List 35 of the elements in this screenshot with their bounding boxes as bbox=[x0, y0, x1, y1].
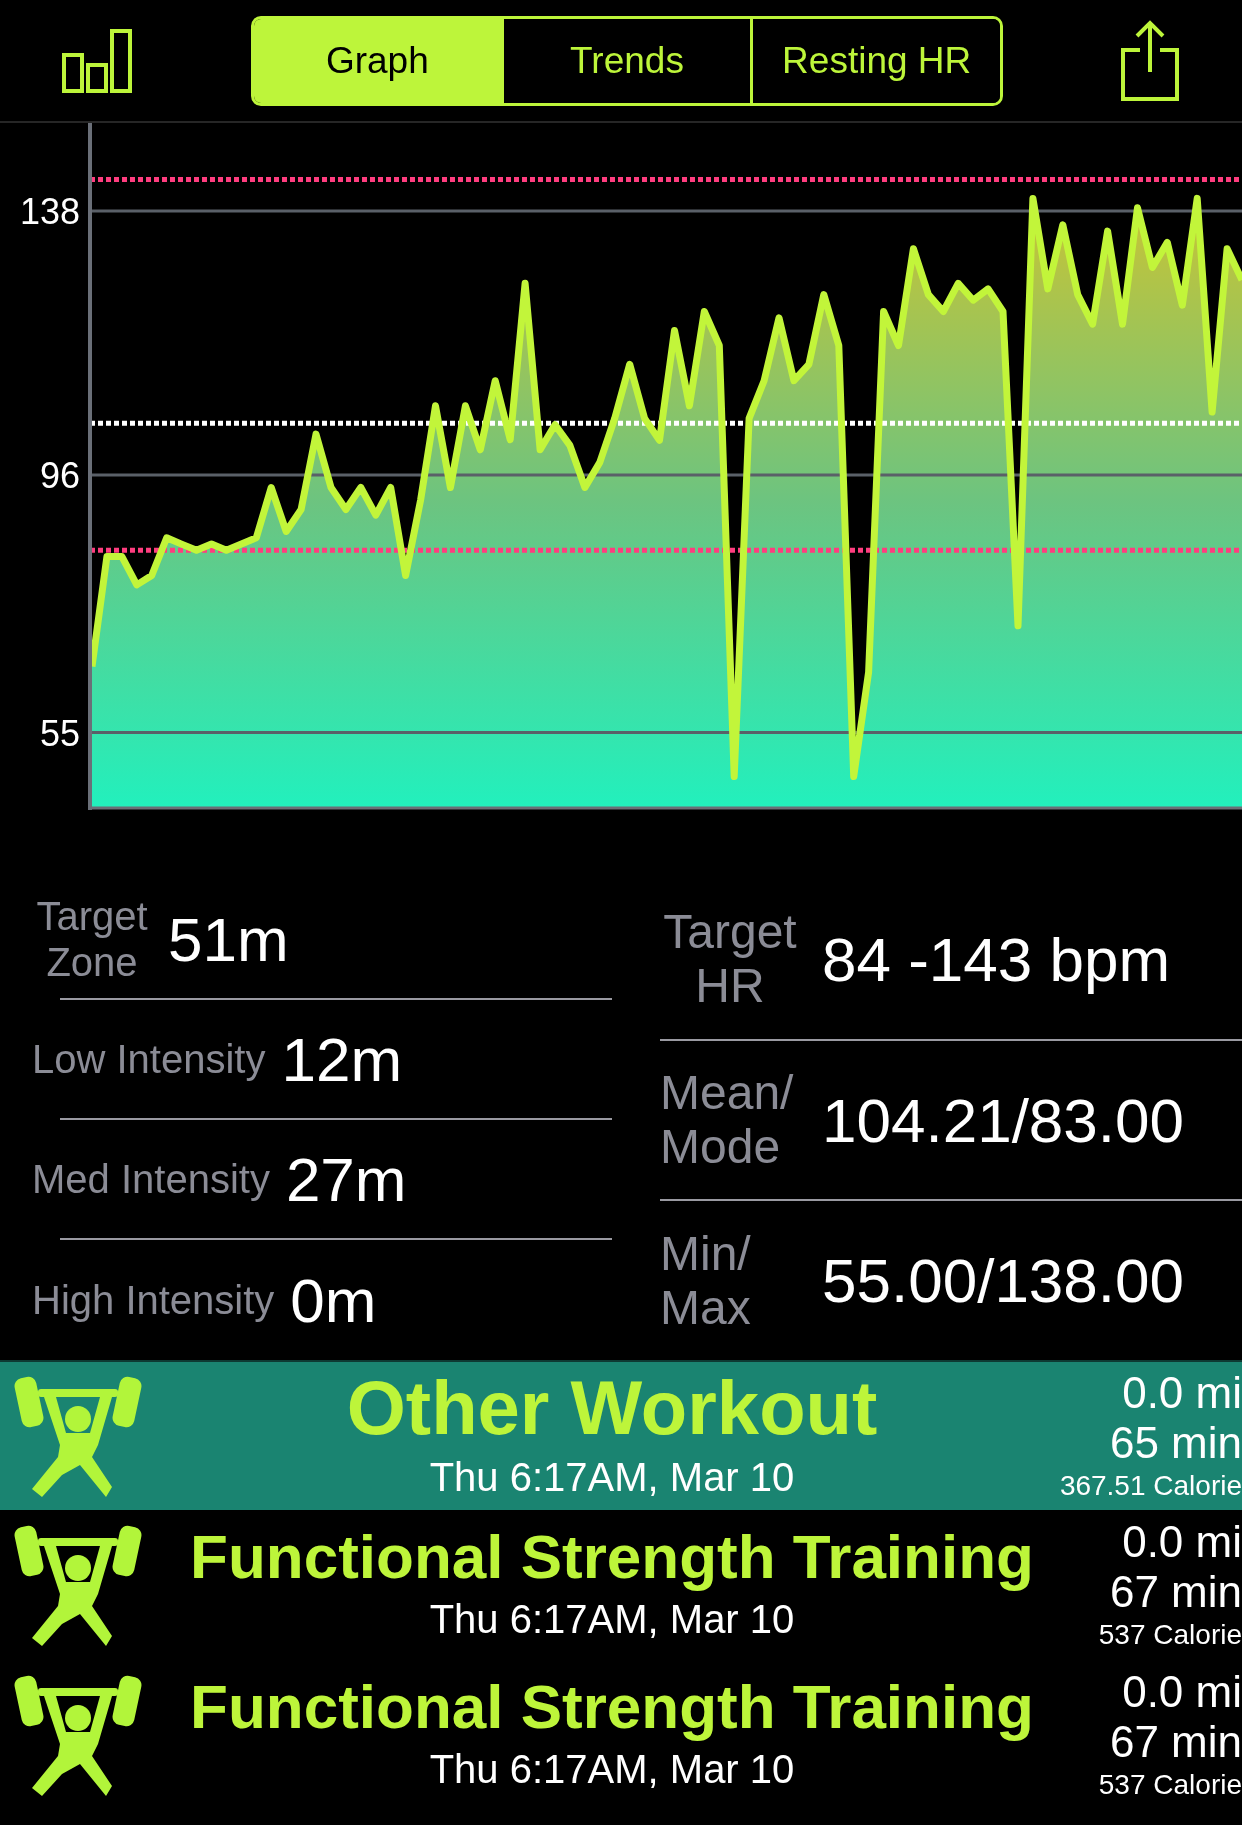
stat-label: High Intensity bbox=[32, 1277, 275, 1323]
calories-text: 367.51 Calorie bbox=[1059, 1469, 1242, 1503]
workout-title: Other Workout bbox=[346, 1370, 878, 1446]
stat-value: 12m bbox=[281, 1023, 403, 1096]
stat-value: 104.21/83.00 bbox=[822, 1084, 1184, 1157]
calories-text: 537 Calorie bbox=[1098, 1768, 1242, 1802]
bar-chart-icon[interactable] bbox=[62, 28, 134, 93]
calories-text: 537 Calorie bbox=[1098, 1618, 1242, 1652]
y-tick-label: 96 bbox=[39, 454, 80, 496]
tab[interactable]: Resting HR bbox=[750, 18, 1000, 103]
stat-value: 0m bbox=[290, 1264, 377, 1337]
distance-text: 0.0 mi bbox=[1122, 1667, 1242, 1717]
y-tick-label: 138 bbox=[19, 191, 80, 232]
y-tick-label: 55 bbox=[39, 712, 80, 754]
stat-value: 55.00/138.00 bbox=[822, 1245, 1184, 1318]
stat-label: Target HR bbox=[662, 905, 798, 1014]
duration-text: 67 min bbox=[1109, 1567, 1242, 1617]
tab[interactable]: Graph bbox=[254, 18, 501, 103]
stat-value: 27m bbox=[285, 1143, 407, 1216]
workout-row[interactable]: Other Workout Thu 6:17AM, Mar 10 0.0 mi 65 min 367.51 Calorie bbox=[0, 1360, 1242, 1510]
distance-text: 0.0 mi bbox=[1122, 1368, 1242, 1418]
workout-date: Thu 6:17AM, Mar 10 bbox=[429, 1454, 795, 1501]
stat-label: Min/ Max bbox=[660, 1226, 752, 1335]
stat-label: Med Intensity bbox=[32, 1156, 270, 1202]
stat-value: 51m bbox=[168, 903, 289, 976]
workout-date: Thu 6:17AM, Mar 10 bbox=[429, 1746, 795, 1793]
workout-date: Thu 6:17AM, Mar 10 bbox=[429, 1596, 795, 1643]
stat-label: Mean/ Mode bbox=[660, 1066, 795, 1174]
share-icon[interactable] bbox=[1120, 19, 1180, 102]
stat-label: Low Intensity bbox=[32, 1036, 266, 1082]
distance-text: 0.0 mi bbox=[1122, 1517, 1242, 1567]
stat-label: Target Zone bbox=[35, 893, 149, 985]
duration-text: 65 min bbox=[1109, 1418, 1242, 1468]
duration-text: 67 min bbox=[1109, 1717, 1242, 1767]
stat-value: 84 -143 bpm bbox=[822, 923, 1171, 996]
